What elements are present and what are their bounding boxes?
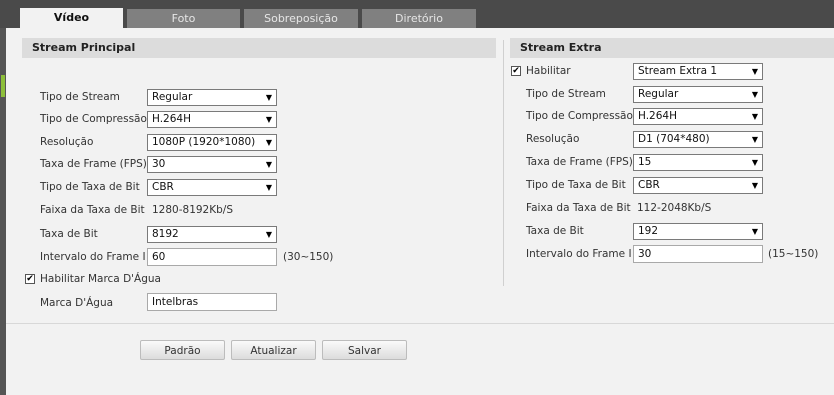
extra-tipo-taxa-bit-label: Tipo de Taxa de Bit: [526, 179, 626, 191]
chevron-down-icon: ▼: [749, 133, 761, 146]
main-resolucao-select[interactable]: 1080P (1920*1080) ▼: [147, 134, 277, 151]
extra-taxa-bit-select[interactable]: 192 ▼: [633, 223, 763, 240]
main-taxa-bit-select[interactable]: 8192 ▼: [147, 226, 277, 243]
extra-tipo-taxa-bit-select[interactable]: CBR ▼: [633, 177, 763, 194]
marca-dagua-input[interactable]: Intelbras: [147, 293, 277, 311]
extra-taxa-frame-label: Taxa de Frame (FPS): [526, 156, 633, 168]
atualizar-button[interactable]: Atualizar: [231, 340, 316, 360]
padrao-button[interactable]: Padrão: [140, 340, 225, 360]
chevron-down-icon: ▼: [263, 136, 275, 149]
chevron-down-icon: ▼: [263, 113, 275, 126]
section-divider: [503, 40, 504, 286]
main-intervalo-frame-label: Intervalo do Frame I: [40, 251, 146, 263]
extra-intervalo-frame-label: Intervalo do Frame I: [526, 248, 632, 260]
habilitar-extra-checkbox[interactable]: ✔: [511, 66, 521, 76]
chevron-down-icon: ▼: [749, 179, 761, 192]
main-tipo-taxa-bit-select[interactable]: CBR ▼: [147, 179, 277, 196]
extra-tipo-stream-select[interactable]: Regular ▼: [633, 86, 763, 103]
left-rail-indicator: [1, 75, 5, 97]
chevron-down-icon: ▼: [263, 158, 275, 171]
main-intervalo-frame-range: (30~150): [283, 251, 334, 263]
tab-sobreposicao[interactable]: Sobreposição: [244, 9, 358, 28]
main-resolucao-label: Resolução: [40, 136, 94, 148]
stream-extra-select[interactable]: Stream Extra 1 ▼: [633, 63, 763, 80]
main-tipo-compressao-label: Tipo de Compressão: [40, 113, 147, 125]
extra-faixa-taxa-bit-label: Faixa da Taxa de Bit: [526, 202, 631, 214]
extra-intervalo-frame-input[interactable]: 30: [633, 245, 763, 263]
tab-foto[interactable]: Foto: [127, 9, 240, 28]
chevron-down-icon: ▼: [749, 156, 761, 169]
extra-tipo-stream-label: Tipo de Stream: [526, 88, 606, 100]
main-faixa-taxa-bit-label: Faixa da Taxa de Bit: [40, 204, 145, 216]
extra-tipo-compressao-select[interactable]: H.264H ▼: [633, 108, 763, 125]
marca-dagua-label: Marca D'Água: [40, 297, 114, 309]
main-tipo-taxa-bit-label: Tipo de Taxa de Bit: [40, 181, 140, 193]
chevron-down-icon: ▼: [263, 181, 275, 194]
main-intervalo-frame-input[interactable]: 60: [147, 248, 277, 266]
habilitar-extra-label: Habilitar: [526, 65, 571, 77]
chevron-down-icon: ▼: [749, 225, 761, 238]
main-tipo-stream-select[interactable]: Regular ▼: [147, 89, 277, 106]
chevron-down-icon: ▼: [749, 88, 761, 101]
salvar-button[interactable]: Salvar: [322, 340, 407, 360]
main-tipo-compressao-select[interactable]: H.264H ▼: [147, 111, 277, 128]
chevron-down-icon: ▼: [749, 110, 761, 123]
stream-extra-header: Stream Extra: [510, 38, 834, 58]
extra-tipo-compressao-label: Tipo de Compressão: [526, 110, 633, 122]
marca-dagua-enable-label: Habilitar Marca D'Água: [40, 273, 161, 285]
extra-taxa-frame-select[interactable]: 15 ▼: [633, 154, 763, 171]
chevron-down-icon: ▼: [263, 228, 275, 241]
main-taxa-bit-label: Taxa de Bit: [40, 228, 98, 240]
stream-principal-header: Stream Principal: [22, 38, 496, 58]
extra-resolucao-select[interactable]: D1 (704*480) ▼: [633, 131, 763, 148]
main-taxa-frame-label: Taxa de Frame (FPS): [40, 158, 147, 170]
chevron-down-icon: ▼: [749, 65, 761, 78]
extra-intervalo-frame-range: (15~150): [768, 248, 819, 260]
chevron-down-icon: ▼: [263, 91, 275, 104]
main-faixa-taxa-bit-value: 1280-8192Kb/S: [152, 204, 233, 216]
main-tipo-stream-label: Tipo de Stream: [40, 91, 120, 103]
extra-taxa-bit-label: Taxa de Bit: [526, 225, 584, 237]
tab-video[interactable]: Vídeo: [20, 8, 123, 28]
extra-resolucao-label: Resolução: [526, 133, 580, 145]
main-taxa-frame-select[interactable]: 30 ▼: [147, 156, 277, 173]
extra-faixa-taxa-bit-value: 112-2048Kb/S: [637, 202, 712, 214]
marca-dagua-checkbox[interactable]: ✔: [25, 274, 35, 284]
footer-divider: [6, 323, 834, 324]
tab-diretorio[interactable]: Diretório: [362, 9, 476, 28]
